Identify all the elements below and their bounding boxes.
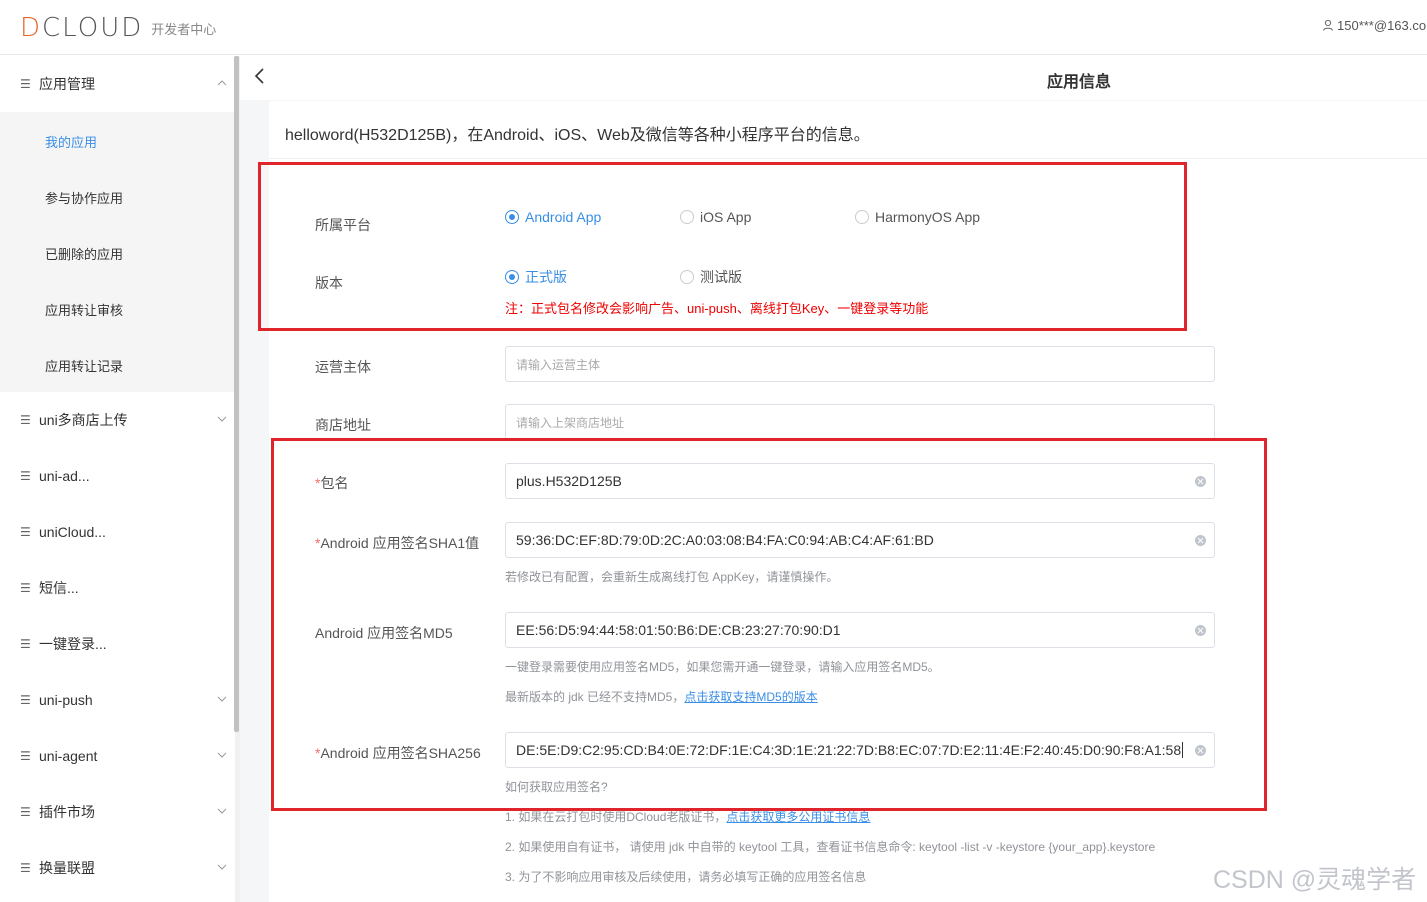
list-icon: ☰ — [20, 693, 31, 707]
sidebar-group-label: 插件市场 — [39, 804, 95, 820]
sidebar-group-uni-store-upload[interactable]: ☰ uni多商店上传 — [0, 392, 235, 448]
chevron-down-icon — [217, 808, 227, 814]
sidebar-item-transfer-records[interactable]: 应用转让记录 — [45, 356, 123, 375]
user-account[interactable]: 150***@163.co — [1322, 18, 1426, 33]
page-header — [240, 56, 1427, 100]
sidebar-group-one-click-login[interactable]: ☰ 一键登录... — [0, 616, 235, 672]
sidebar-group-app-management[interactable]: ☰ 应用管理 — [0, 56, 235, 112]
store-address-label: 商店地址 — [315, 417, 371, 433]
sidebar-item-deleted-apps[interactable]: 已删除的应用 — [45, 244, 123, 263]
chevron-down-icon — [217, 752, 227, 758]
list-icon: ☰ — [20, 525, 31, 539]
note-text: 1. 如果在云打包时使用DCloud老版证书， — [505, 810, 727, 824]
sidebar-group-uni-push[interactable]: ☰ uni-push — [0, 672, 235, 728]
sidebar-group-sms[interactable]: ☰ 短信... — [0, 560, 235, 616]
logo-text: DCLOUD — [20, 13, 144, 43]
note-3: 3. 为了不影响应用审核及后续使用，请务必填写正确的应用签名信息 — [505, 870, 867, 884]
sidebar-group-label: uni-push — [39, 692, 93, 708]
highlight-box-signature — [271, 438, 1267, 811]
logo-subtitle: 开发者中心 — [151, 21, 217, 37]
user-email: 150***@163.co — [1337, 18, 1427, 33]
public-cert-link[interactable]: 点击获取更多公用证书信息 — [726, 810, 870, 824]
sidebar-group-label: 换量联盟 — [39, 860, 95, 876]
operator-input[interactable]: 请输入运营主体 — [505, 346, 1215, 382]
list-icon: ☰ — [20, 581, 31, 595]
store-address-input[interactable]: 请输入上架商店地址 — [505, 404, 1215, 440]
chevron-down-icon — [217, 864, 227, 870]
sidebar-group-label: uni-agent — [39, 748, 98, 764]
sidebar-group-uni-ad[interactable]: ☰ uni-ad... — [0, 448, 235, 504]
list-icon: ☰ — [20, 77, 31, 91]
sidebar-group-label: 应用管理 — [39, 76, 95, 92]
list-icon: ☰ — [20, 749, 31, 763]
list-icon: ☰ — [20, 861, 31, 875]
operator-label: 运营主体 — [315, 359, 371, 375]
back-arrow-icon[interactable] — [252, 66, 268, 86]
chevron-down-icon — [217, 416, 227, 422]
sidebar-group-label: uniCloud... — [39, 524, 106, 540]
sidebar-group-unicloud[interactable]: ☰ uniCloud... — [0, 504, 235, 560]
dcloud-logo[interactable]: DCLOUD 开发者中心 — [20, 13, 216, 43]
sidebar-group-uni-agent[interactable]: ☰ uni-agent — [0, 728, 235, 784]
page-title: 应用信息 — [1047, 74, 1112, 91]
app-info-text: helloword(H532D125B)，在Android、iOS、Web及微信… — [285, 127, 870, 144]
note-2: 2. 如果使用自有证书， 请使用 jdk 中自带的 keytool 工具，查看证… — [505, 840, 1156, 854]
list-icon: ☰ — [20, 413, 31, 427]
watermark: CSDN @灵魂学者 — [1213, 866, 1417, 894]
sidebar-item-my-apps[interactable]: 我的应用 — [45, 132, 97, 151]
user-icon — [1323, 19, 1333, 31]
highlight-box-platform — [258, 162, 1187, 331]
top-bar: DCLOUD 开发者中心 150***@163.co — [0, 0, 1427, 55]
chevron-up-icon — [217, 80, 227, 86]
sidebar-item-collab-apps[interactable]: 参与协作应用 — [45, 188, 123, 207]
sidebar-group-label: uni多商店上传 — [39, 412, 128, 428]
list-icon: ☰ — [20, 469, 31, 483]
list-icon: ☰ — [20, 637, 31, 651]
sidebar-group-label: 一键登录... — [39, 636, 107, 652]
list-icon: ☰ — [20, 805, 31, 819]
sidebar-group-traffic-alliance[interactable]: ☰ 换量联盟 — [0, 840, 235, 896]
sidebar-group-label: 短信... — [39, 580, 79, 596]
sidebar-item-transfer-review[interactable]: 应用转让审核 — [45, 300, 123, 319]
sidebar-group-label: uni-ad... — [39, 468, 90, 484]
sidebar-group-plugin-market[interactable]: ☰ 插件市场 — [0, 784, 235, 840]
chevron-down-icon — [217, 696, 227, 702]
